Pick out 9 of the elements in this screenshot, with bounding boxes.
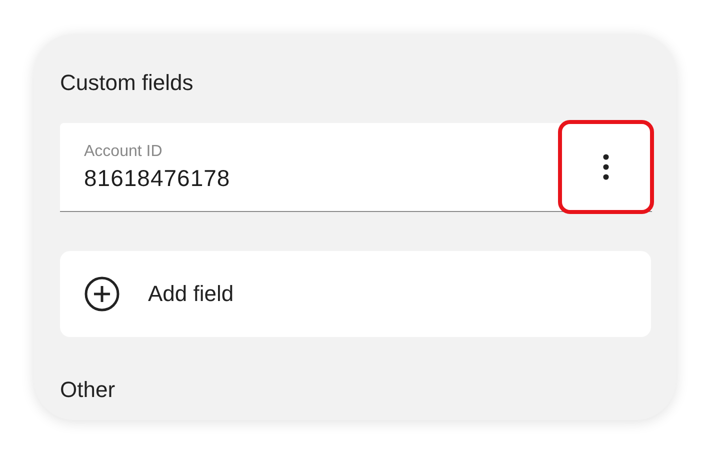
add-circle-icon (84, 276, 120, 312)
more-vertical-icon (603, 154, 609, 180)
add-field-button[interactable]: Add field (60, 251, 651, 337)
more-menu-button[interactable] (558, 120, 654, 214)
field-label: Account ID (84, 142, 162, 162)
section-title: Custom fields (60, 70, 194, 96)
field-value: 81618476178 (84, 164, 230, 192)
account-id-field[interactable]: Account ID 81618476178 (60, 123, 652, 212)
section-title: Other (60, 377, 116, 403)
